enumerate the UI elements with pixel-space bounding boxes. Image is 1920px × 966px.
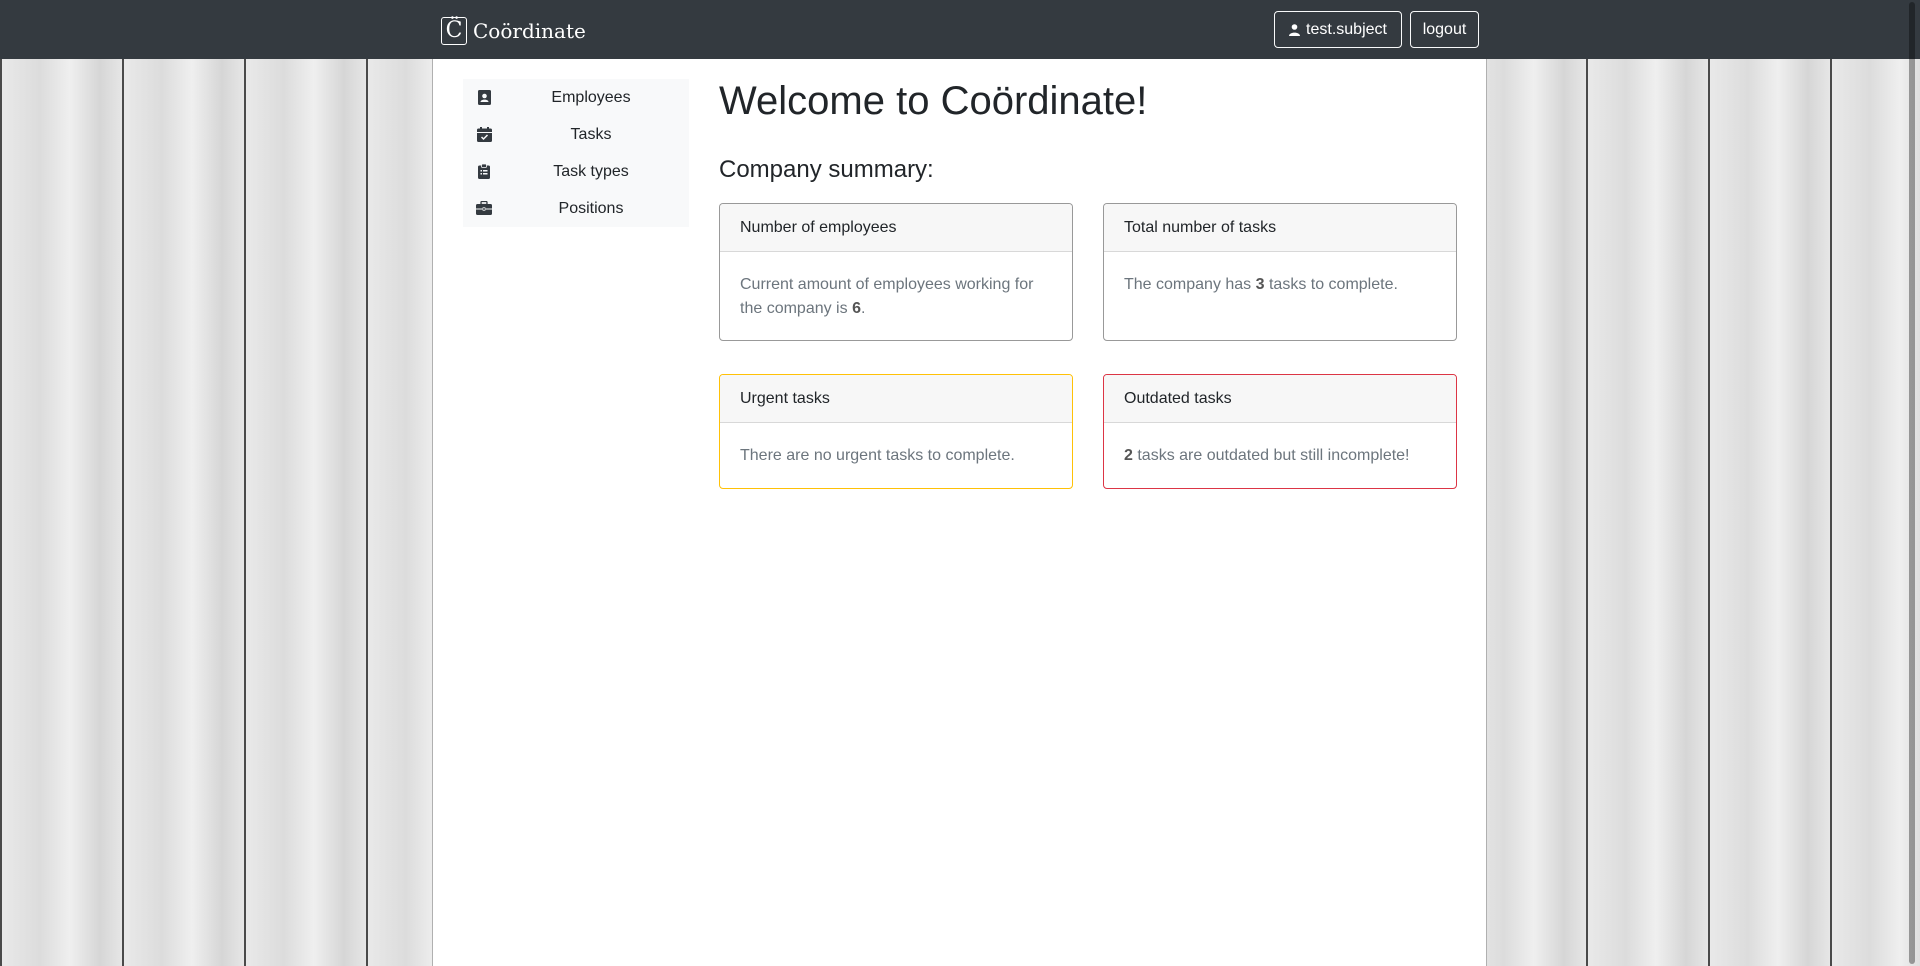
- card-body: Current amount of employees working for …: [720, 252, 1072, 340]
- sidebar-item-tasks[interactable]: Tasks: [463, 116, 689, 153]
- sidebar-item-employees[interactable]: Employees: [463, 79, 689, 116]
- brand-name: Coördinate: [473, 19, 586, 43]
- user-button[interactable]: test.subject: [1274, 11, 1402, 48]
- card-body: There are no urgent tasks to complete.: [720, 423, 1072, 488]
- card-header: Number of employees: [720, 204, 1072, 252]
- card-body: The company has 3 tasks to complete.: [1104, 252, 1456, 317]
- employees-card: Number of employees Current amount of em…: [719, 203, 1073, 341]
- card-text-end: .: [860, 300, 866, 317]
- outdated-count: 2: [1124, 447, 1133, 464]
- main-container: Employees Tasks Task types Positions Wel…: [432, 59, 1487, 966]
- logout-button[interactable]: logout: [1410, 11, 1479, 48]
- sidebar-item-task-types[interactable]: Task types: [463, 153, 689, 190]
- outdated-tasks-card: Outdated tasks 2 tasks are outdated but …: [1103, 374, 1457, 489]
- sidebar: Employees Tasks Task types Positions: [463, 79, 689, 227]
- sidebar-item-label: Employees: [551, 88, 631, 106]
- user-button-label: test.subject: [1306, 20, 1387, 38]
- user-icon: [1289, 23, 1301, 36]
- card-header: Total number of tasks: [1104, 204, 1456, 252]
- card-text-end: tasks are outdated but still incomplete!: [1132, 447, 1410, 464]
- tasks-card: Total number of tasks The company has 3 …: [1103, 203, 1457, 341]
- calendar-check-icon: [476, 126, 492, 142]
- address-card-icon: [476, 89, 492, 105]
- card-text: The company has: [1124, 276, 1256, 293]
- scrollbar-thumb[interactable]: [1909, 2, 1915, 964]
- brand-link[interactable]: C̈ Coördinate: [441, 15, 586, 47]
- card-text: There are no urgent tasks to complete.: [740, 447, 1015, 464]
- sidebar-item-label: Positions: [558, 199, 624, 217]
- page-scrollbar[interactable]: [1905, 0, 1920, 966]
- page-title: Welcome to Coördinate!: [719, 79, 1148, 123]
- urgent-tasks-card: Urgent tasks There are no urgent tasks t…: [719, 374, 1073, 489]
- task-count: 3: [1255, 276, 1265, 293]
- card-header: Outdated tasks: [1104, 375, 1456, 423]
- card-text: Current amount of employees working for …: [740, 276, 1034, 317]
- top-navbar: C̈ Coördinate test.subject logout: [0, 0, 1920, 59]
- brand-logo-icon: C̈: [441, 17, 467, 45]
- sidebar-item-positions[interactable]: Positions: [463, 190, 689, 227]
- card-header: Urgent tasks: [720, 375, 1072, 423]
- briefcase-icon: [476, 200, 492, 216]
- sidebar-item-label: Tasks: [570, 125, 612, 143]
- employee-count: 6: [852, 300, 861, 317]
- sidebar-item-label: Task types: [553, 162, 629, 180]
- logout-button-label: logout: [1422, 20, 1467, 38]
- section-title: Company summary:: [719, 156, 934, 183]
- clipboard-list-icon: [476, 163, 492, 179]
- card-body: 2 tasks are outdated but still incomplet…: [1104, 423, 1456, 488]
- card-text-end: tasks to complete.: [1264, 276, 1398, 293]
